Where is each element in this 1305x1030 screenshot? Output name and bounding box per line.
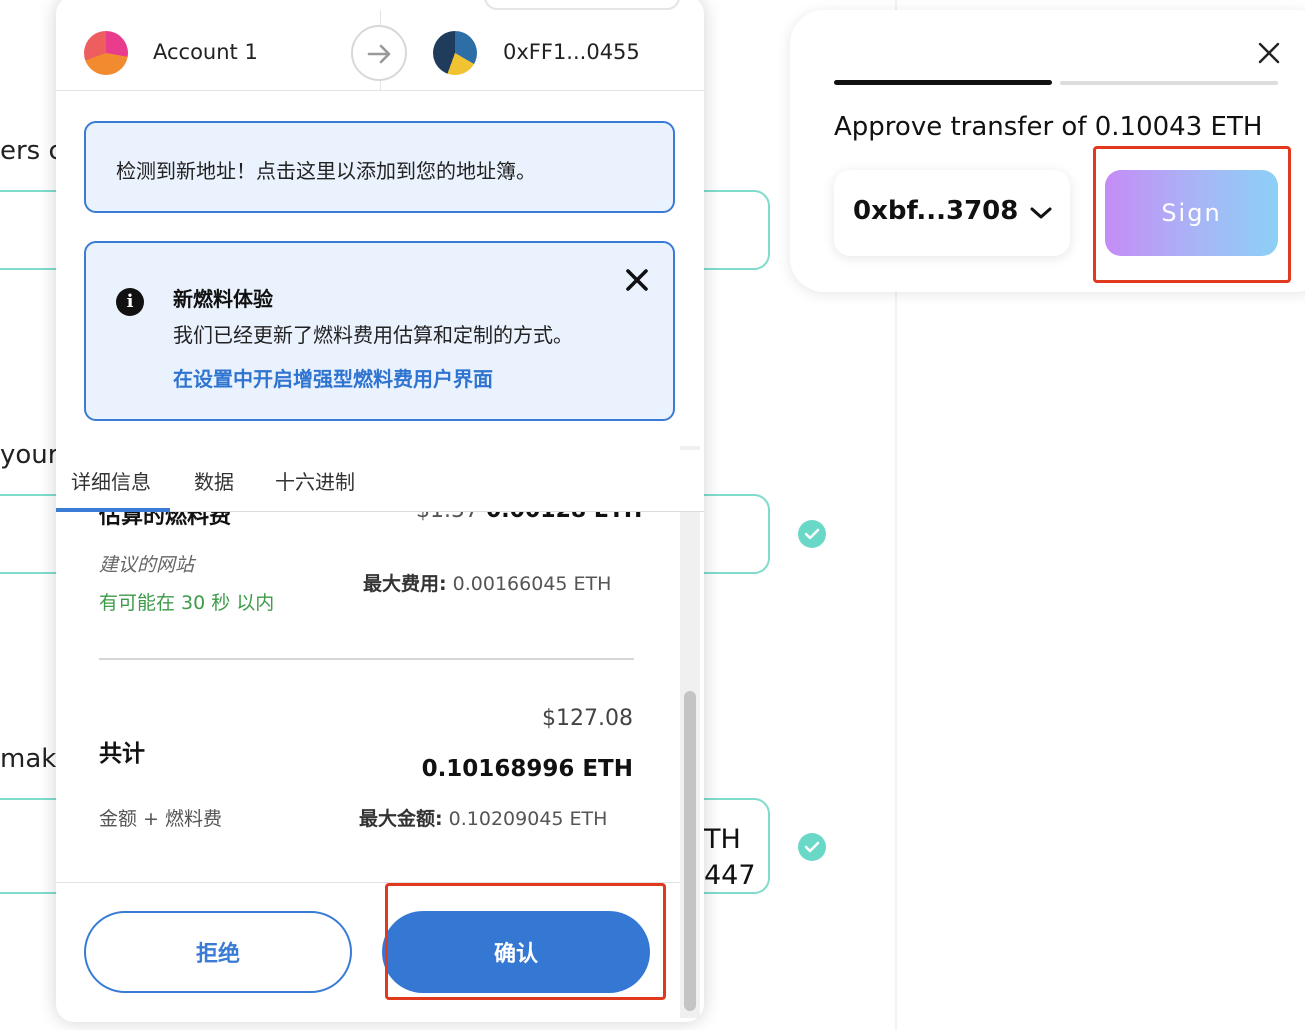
check-circle-icon	[798, 833, 826, 861]
tab-hex[interactable]: 十六进制	[275, 466, 355, 495]
estimated-gas-fee-label: 估算的燃料费	[99, 512, 232, 529]
gas-notice-description: 我们已经更新了燃料费用估算和定制的方式。	[173, 323, 573, 347]
check-circle-icon	[798, 520, 826, 548]
likely-time-label: 有可能在 30 秒 以内	[99, 592, 275, 614]
site-suggested-label: 建议的网站	[99, 554, 195, 576]
section-divider	[99, 658, 634, 660]
progress-step-inactive	[1060, 81, 1278, 85]
wallet-popup: Account 1 0xFF1...0455 检测到新地址！点击这里以添加到您的…	[56, 0, 704, 1022]
total-usd: $127.08	[542, 706, 633, 731]
recipient-avatar	[433, 31, 477, 75]
tab-data[interactable]: 数据	[194, 466, 234, 495]
gas-notice-title: 新燃料体验	[173, 287, 273, 311]
highlight-box	[385, 883, 666, 1000]
highlight-box	[1093, 146, 1291, 283]
gas-fee-usd: $1.57	[416, 512, 479, 523]
address-select-value: 0xbf...3708	[853, 196, 1019, 226]
screen: ers ca your make TH 447 Approve transfer…	[0, 0, 1305, 1030]
tab-details[interactable]: 详细信息	[71, 466, 151, 495]
address-select[interactable]: 0xbf...3708	[834, 170, 1070, 256]
chevron-down-icon	[1030, 207, 1052, 219]
max-amount: 最大金额: 0.10209045 ETH	[359, 804, 607, 831]
network-pill	[484, 0, 680, 10]
scrollbar-thumb[interactable]	[684, 691, 696, 1011]
info-icon: i	[116, 288, 144, 316]
max-fee-label: 最大费用:	[363, 573, 447, 595]
background-text-fragment: your	[0, 440, 59, 470]
max-fee-value: 0.00166045 ETH	[452, 573, 612, 595]
close-icon[interactable]	[624, 267, 650, 293]
reject-button[interactable]: 拒绝	[84, 911, 352, 993]
background-card-text: TH	[704, 824, 741, 855]
progress-step-active	[834, 80, 1052, 85]
approve-transfer-title: Approve transfer of 0.10043 ETH	[834, 112, 1263, 142]
gas-fee-eth: 0.00128 ETH	[486, 512, 642, 523]
enable-enhanced-gas-link[interactable]: 在设置中开启增强型燃料费用户界面	[173, 363, 493, 392]
arrow-right-icon	[351, 25, 407, 81]
total-label: 共计	[99, 741, 145, 767]
recipient-address[interactable]: 0xFF1...0455	[503, 40, 640, 64]
tab-active-indicator	[56, 508, 170, 512]
header-bottom-border	[56, 90, 704, 91]
detail-tabs: 详细信息 数据 十六进制	[56, 450, 704, 512]
new-address-notice[interactable]: 检测到新地址！点击这里以添加到您的地址簿。	[84, 121, 675, 213]
total-eth: 0.10168996 ETH	[421, 756, 633, 782]
max-amount-label: 最大金额:	[359, 808, 443, 830]
new-address-notice-text: 检测到新地址！点击这里以添加到您的地址簿。	[116, 159, 536, 183]
close-icon[interactable]	[1256, 40, 1282, 66]
transaction-details: 估算的燃料费 $1.57 0.00128 ETH 建议的网站 有可能在 30 秒…	[56, 512, 704, 882]
account-avatar	[84, 31, 128, 75]
max-amount-value: 0.10209045 ETH	[448, 808, 608, 830]
max-fee: 最大费用: 0.00166045 ETH	[363, 569, 611, 596]
gas-experience-notice: i 新燃料体验 我们已经更新了燃料费用估算和定制的方式。 在设置中开启增强型燃料…	[84, 241, 675, 421]
from-account-name[interactable]: Account 1	[153, 40, 258, 64]
amount-plus-fee-label: 金额 + 燃料费	[99, 808, 222, 830]
background-card-text: 447	[704, 860, 756, 891]
